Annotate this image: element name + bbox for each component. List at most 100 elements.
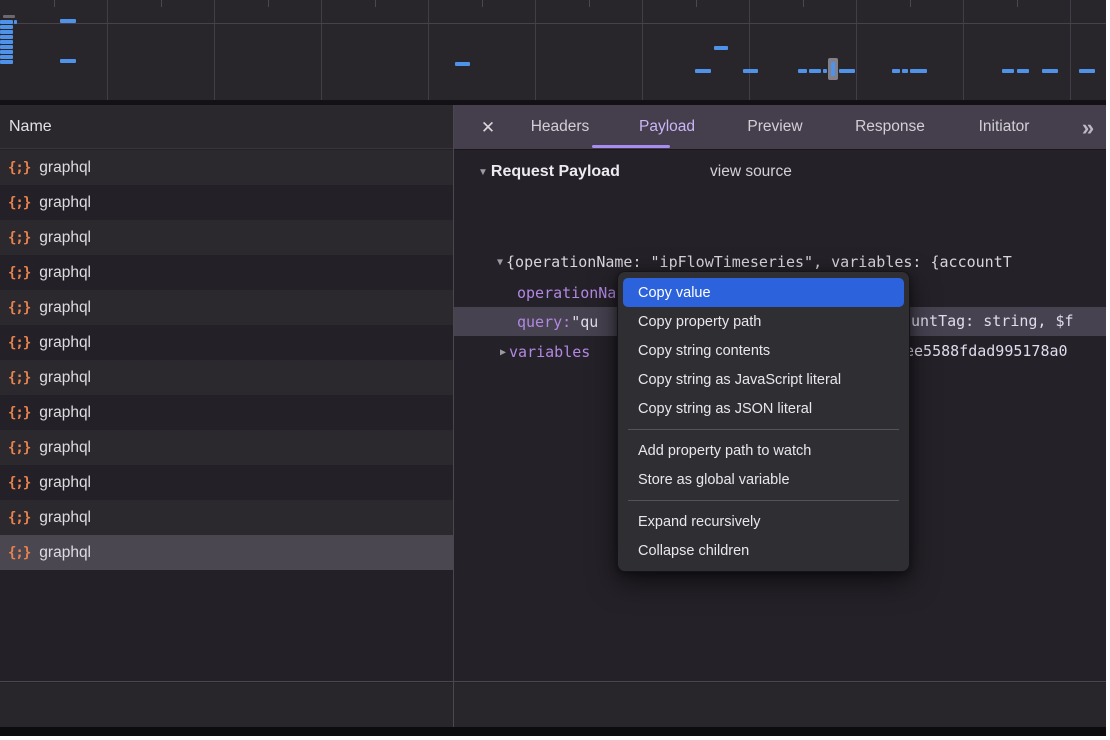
collapsed-triangle-icon[interactable]: ▶: [500, 347, 506, 358]
waterfall-bar[interactable]: [0, 45, 13, 49]
waterfall-bar[interactable]: [695, 69, 711, 73]
waterfall-bar[interactable]: [809, 69, 821, 73]
request-name-label: graphql: [39, 404, 91, 422]
menu-item-copy-property-path[interactable]: Copy property path: [623, 307, 904, 336]
waterfall-bar[interactable]: [910, 69, 927, 73]
waterfall-bar[interactable]: [60, 19, 76, 23]
request-name-label: graphql: [39, 159, 91, 177]
request-name-label: graphql: [39, 509, 91, 527]
waterfall-bar[interactable]: [902, 69, 908, 73]
waterfall-bar[interactable]: [1079, 69, 1095, 73]
waterfall-bar[interactable]: [60, 59, 76, 63]
timeline-gridline: [1070, 0, 1071, 100]
property-key: query:: [517, 313, 571, 331]
timeline-gridline: [856, 0, 857, 100]
waterfall-bar[interactable]: [743, 69, 758, 73]
menu-item-add-property-path-to-watch[interactable]: Add property path to watch: [623, 436, 904, 465]
waterfall-bar[interactable]: [0, 35, 13, 39]
timeline-tick: [1017, 0, 1018, 7]
request-row[interactable]: {;}graphql: [0, 185, 453, 220]
request-row[interactable]: {;}graphql: [0, 465, 453, 500]
property-key: variables: [509, 343, 590, 361]
menu-item-copy-value[interactable]: Copy value: [623, 278, 904, 307]
request-row[interactable]: {;}graphql: [0, 395, 453, 430]
waterfall-bar[interactable]: [455, 62, 470, 66]
timeline-tick: [910, 0, 911, 7]
json-braces-icon: {;}: [8, 475, 30, 491]
timeline-gridline: [642, 0, 643, 100]
timeline-tick: [268, 0, 269, 7]
context-menu: Copy valueCopy property pathCopy string …: [617, 271, 910, 572]
json-braces-icon: {;}: [8, 545, 30, 561]
request-name-label: graphql: [39, 544, 91, 562]
menu-item-store-as-global-variable[interactable]: Store as global variable: [623, 465, 904, 494]
timeline-tick: [54, 0, 55, 7]
selected-request-marker: [828, 58, 838, 80]
right-footer-divider: [454, 681, 1106, 682]
waterfall-bar[interactable]: [798, 69, 807, 73]
name-column-header[interactable]: Name: [0, 105, 453, 149]
menu-item-expand-recursively[interactable]: Expand recursively: [623, 507, 904, 536]
json-braces-icon: {;}: [8, 370, 30, 386]
request-row[interactable]: {;}graphql: [0, 220, 453, 255]
menu-item-copy-string-as-javascript-literal[interactable]: Copy string as JavaScript literal: [623, 365, 904, 394]
request-row[interactable]: {;}graphql: [0, 150, 453, 185]
waterfall-bar[interactable]: [0, 55, 13, 59]
timeline-gridline: [321, 0, 322, 100]
request-row[interactable]: {;}graphql: [0, 430, 453, 465]
timeline-tick: [482, 0, 483, 7]
tab-payload[interactable]: Payload: [639, 105, 695, 149]
waterfall-bar[interactable]: [0, 50, 13, 54]
close-icon[interactable]: ✕: [478, 105, 498, 150]
query-row[interactable]: query: "qu: [517, 307, 598, 336]
request-row[interactable]: {;}graphql: [0, 255, 453, 290]
tab-headers[interactable]: Headers: [531, 105, 590, 149]
request-row[interactable]: {;}graphql: [0, 500, 453, 535]
waterfall-bar[interactable]: [0, 20, 13, 24]
waterfall-bar[interactable]: [714, 46, 728, 50]
property-value-left-fragment: "qu: [571, 313, 598, 331]
name-column-label: Name: [9, 118, 52, 136]
waterfall-bar[interactable]: [1002, 69, 1014, 73]
json-braces-icon: {;}: [8, 300, 30, 316]
json-braces-icon: {;}: [8, 335, 30, 351]
menu-item-collapse-children[interactable]: Collapse children: [623, 536, 904, 565]
timeline-gridline: [428, 0, 429, 100]
request-name-label: graphql: [39, 264, 91, 282]
waterfall-bar[interactable]: [3, 15, 15, 18]
tab-preview[interactable]: Preview: [747, 105, 802, 149]
waterfall-bar[interactable]: [14, 20, 17, 24]
waterfall-bar[interactable]: [1017, 69, 1029, 73]
network-overview-timeline[interactable]: [0, 0, 1106, 100]
request-row[interactable]: {;} graphql: [0, 535, 453, 570]
request-payload-section[interactable]: ▼Request Payload: [478, 163, 620, 181]
json-braces-icon: {;}: [8, 195, 30, 211]
tab-response[interactable]: Response: [855, 105, 925, 149]
menu-item-copy-string-as-json-literal[interactable]: Copy string as JSON literal: [623, 394, 904, 423]
waterfall-bar[interactable]: [0, 30, 13, 34]
waterfall-bar[interactable]: [0, 40, 13, 44]
request-rows: {;} graphql {;} graphql {;} graphql {;} graphql…: [0, 150, 453, 570]
section-collapse-triangle-icon[interactable]: ▼: [478, 167, 488, 178]
more-tabs-chevron-icon[interactable]: »: [1082, 105, 1094, 150]
details-tab-bar: ✕ Headers Payload Preview Response Initiator…: [454, 105, 1106, 150]
variables-row[interactable]: ▶ variables: [500, 337, 590, 367]
waterfall-bar[interactable]: [823, 69, 827, 73]
expand-triangle-icon[interactable]: ▼: [497, 257, 503, 268]
waterfall-bar[interactable]: [892, 69, 900, 73]
view-source-toggle[interactable]: view source: [710, 163, 792, 181]
timeline-row-divider: [0, 23, 1106, 24]
timeline-gridline: [749, 0, 750, 100]
waterfall-bar[interactable]: [839, 69, 855, 73]
left-footer-divider: [0, 681, 453, 682]
request-row[interactable]: {;} graphql: [0, 325, 453, 360]
request-name-label: graphql: [39, 439, 91, 457]
waterfall-bar[interactable]: [0, 60, 13, 64]
request-row[interactable]: {;}graphql: [0, 360, 453, 395]
waterfall-bar[interactable]: [0, 25, 13, 29]
request-row[interactable]: {;}graphql: [0, 290, 453, 325]
tab-initiator[interactable]: Initiator: [979, 105, 1030, 149]
request-name-label: graphql: [39, 334, 91, 352]
menu-item-copy-string-contents[interactable]: Copy string contents: [623, 336, 904, 365]
waterfall-bar[interactable]: [1042, 69, 1058, 73]
